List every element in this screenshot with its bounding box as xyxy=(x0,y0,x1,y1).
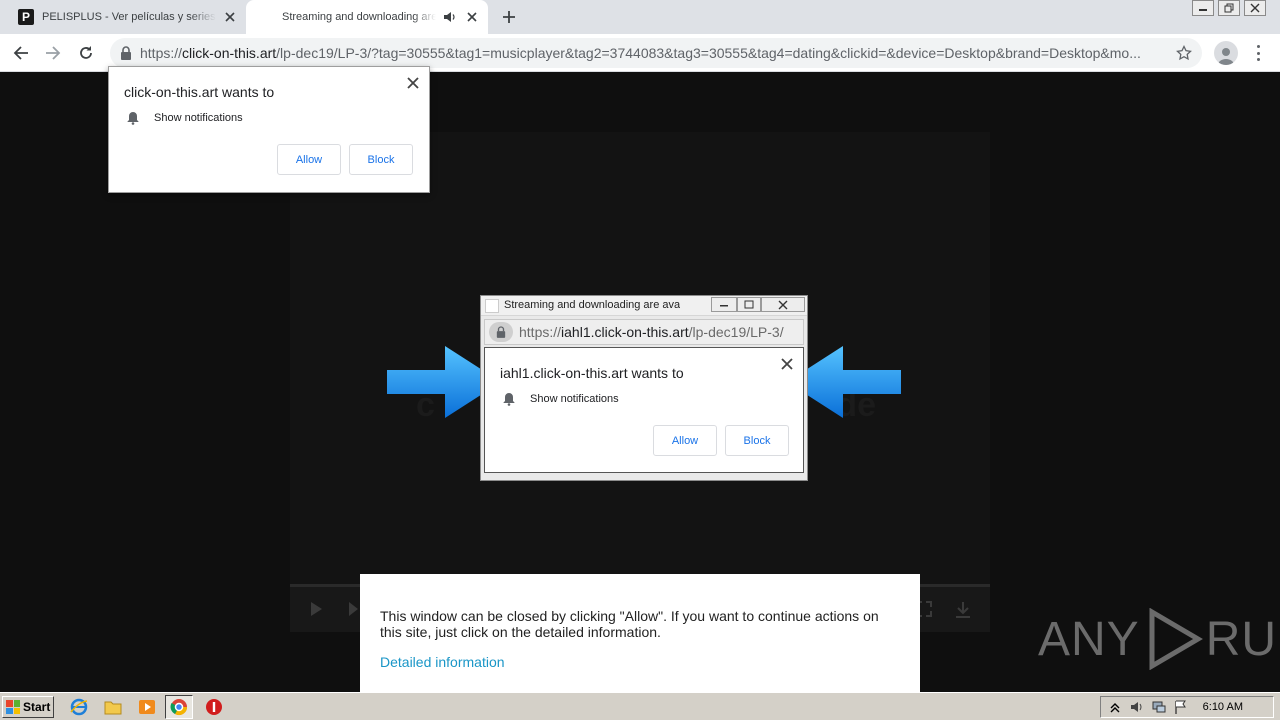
windows-logo-icon xyxy=(6,700,20,714)
minimize-icon[interactable] xyxy=(1192,0,1214,16)
pelisplus-favicon-icon: P xyxy=(18,9,34,25)
kebab-menu-icon[interactable] xyxy=(1252,43,1264,63)
tab-pelisplus[interactable]: P PELISPLUS - Ver películas y series onl… xyxy=(0,0,246,34)
media-player-icon[interactable] xyxy=(138,698,156,716)
popup-notification-prompt: iahl1.click-on-this.art wants to Show no… xyxy=(484,347,804,473)
permission-row: Show notifications xyxy=(502,392,619,406)
url-scheme: https:// xyxy=(140,45,183,61)
url-scheme: https:// xyxy=(519,324,562,340)
download-icon[interactable] xyxy=(954,601,972,619)
close-window-icon[interactable] xyxy=(1244,0,1266,16)
popup-window-controls xyxy=(711,297,805,312)
tab-title: PELISPLUS - Ver películas y series onlin… xyxy=(42,11,216,23)
url-host: iahl1.click-on-this.art xyxy=(561,324,689,340)
minimize-icon[interactable] xyxy=(711,297,737,312)
permission-label: Show notifications xyxy=(530,393,619,405)
url-path: /lp-dec19/LP-3/ xyxy=(688,324,784,340)
show-hidden-icons-chevron-icon[interactable] xyxy=(1107,699,1123,715)
popup-titlebar[interactable]: Streaming and downloading are available xyxy=(481,296,807,316)
tab-strip: P PELISPLUS - Ver películas y series onl… xyxy=(0,0,1280,34)
speaker-icon[interactable] xyxy=(442,9,458,25)
start-button[interactable]: Start xyxy=(2,696,54,718)
bell-icon xyxy=(503,393,515,406)
popup-title: Streaming and downloading are available xyxy=(504,299,680,311)
clock: 6:10 AM xyxy=(1202,701,1243,713)
watermark-text-left: ANY xyxy=(1038,612,1140,666)
window-controls xyxy=(1192,0,1266,16)
reload-icon[interactable] xyxy=(75,42,97,64)
anyrun-watermark: ANY RUN xyxy=(1038,608,1280,670)
back-arrow-icon[interactable] xyxy=(10,42,32,64)
restore-icon[interactable] xyxy=(737,297,761,312)
detailed-information-link[interactable]: Detailed information xyxy=(380,654,505,670)
address-bar[interactable]: https://click-on-this.art/lp-dec19/LP-3/… xyxy=(110,38,1202,68)
close-icon[interactable] xyxy=(407,77,419,89)
stop-icon[interactable] xyxy=(205,698,223,716)
block-button[interactable]: Block xyxy=(725,425,789,456)
anyrun-play-logo-icon xyxy=(1149,608,1203,670)
address-url: https://click-on-this.art/lp-dec19/LP-3/… xyxy=(140,45,1160,61)
network-icon[interactable] xyxy=(1151,699,1167,715)
restore-icon[interactable] xyxy=(1218,0,1240,16)
allow-button[interactable]: Allow xyxy=(277,144,341,175)
windows-taskbar: Start 6:10 AM xyxy=(0,692,1280,720)
allow-button[interactable]: Allow xyxy=(653,425,717,456)
lock-icon xyxy=(121,46,131,60)
popup-address-bar[interactable]: https://iahl1.click-on-this.art/lp-dec19… xyxy=(484,319,804,345)
folder-icon[interactable] xyxy=(104,698,122,716)
url-host: click-on-this.art xyxy=(182,45,277,61)
ie-icon[interactable] xyxy=(70,698,88,716)
tab-close-icon[interactable] xyxy=(464,9,480,25)
tab-close-icon[interactable] xyxy=(222,9,238,25)
prompt-title: click-on-this.art wants to xyxy=(124,84,275,100)
allow-notice-panel: This window can be closed by clicking "A… xyxy=(360,574,920,692)
prompt-title: iahl1.click-on-this.art wants to xyxy=(500,365,684,381)
popup-window: Streaming and downloading are available … xyxy=(480,295,808,481)
tab-streaming[interactable]: Streaming and downloading are available xyxy=(246,0,488,34)
chrome-icon[interactable] xyxy=(170,698,188,716)
popup-url: https://iahl1.click-on-this.art/lp-dec19… xyxy=(519,324,784,340)
notice-text: This window can be closed by clicking "A… xyxy=(380,608,879,640)
watermark-text-right: RUN xyxy=(1205,612,1280,666)
close-window-icon[interactable] xyxy=(761,297,805,312)
permission-label: Show notifications xyxy=(154,112,243,124)
blank-page-icon xyxy=(485,299,499,313)
bookmark-star-icon[interactable] xyxy=(1176,45,1192,61)
system-tray: 6:10 AM xyxy=(1100,696,1274,718)
forward-arrow-icon[interactable] xyxy=(42,42,64,64)
url-path: /lp-dec19/LP-3/?tag=30555&tag1=musicplay… xyxy=(276,45,1141,61)
start-label: Start xyxy=(23,700,51,714)
close-icon[interactable] xyxy=(781,358,793,370)
block-button[interactable]: Block xyxy=(349,144,413,175)
notification-permission-prompt: click-on-this.art wants to Show notifica… xyxy=(108,66,430,193)
new-tab-plus-icon[interactable] xyxy=(500,8,518,26)
tab-title: Streaming and downloading are available xyxy=(282,11,436,23)
play-icon[interactable] xyxy=(308,601,324,617)
action-center-flag-icon[interactable] xyxy=(1173,699,1189,715)
volume-icon[interactable] xyxy=(1129,699,1145,715)
permission-row: Show notifications xyxy=(126,111,243,125)
profile-avatar-icon[interactable] xyxy=(1214,41,1238,65)
lock-icon xyxy=(489,322,513,342)
bell-icon xyxy=(127,112,139,125)
